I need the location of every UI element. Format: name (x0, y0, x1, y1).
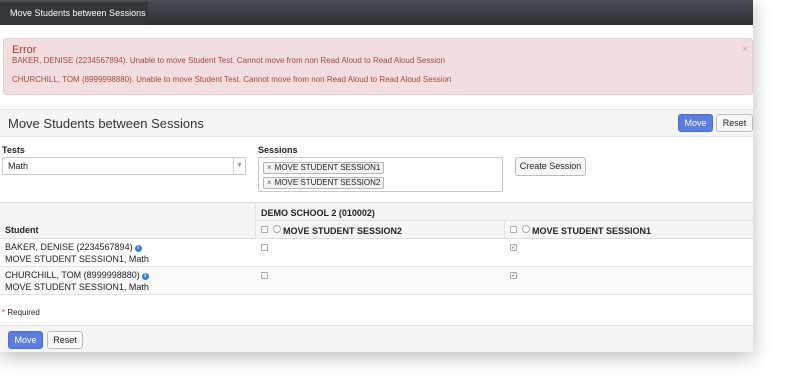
student-name-cell: BAKER, DENISE (2234567894) i (5, 242, 142, 252)
student-session-info: MOVE STUDENT SESSION1, Math (5, 254, 149, 264)
session-chip: × MOVE STUDENT SESSION1 (263, 162, 385, 174)
row-checkbox-session1[interactable]: ✓ (510, 244, 517, 251)
info-icon[interactable]: i (141, 273, 149, 280)
student-name: BAKER, DENISE (2234567894) (5, 242, 133, 252)
alert-title: Error (12, 44, 37, 56)
required-text: Required (7, 308, 40, 317)
move-button-top[interactable]: Move (678, 114, 713, 132)
school-header: DEMO SCHOOL 2 (010002) (256, 203, 753, 221)
alert-message: BAKER, DENISE (2234567894). Unable to mo… (12, 56, 445, 65)
reset-button-top[interactable]: Reset (716, 114, 753, 132)
student-name-cell: CHURCHILL, TOM (8999998880) i (5, 270, 149, 280)
session-chip: × MOVE STUDENT SESSION2 (263, 177, 385, 189)
student-session-info: MOVE STUDENT SESSION1, Math (5, 282, 149, 292)
session-chip-label: MOVE STUDENT SESSION1 (274, 163, 381, 172)
page-footer: Move Reset (0, 325, 753, 352)
create-session-button[interactable]: Create Session (515, 157, 586, 176)
sessions-label: Sessions (258, 145, 298, 155)
table-row: CHURCHILL, TOM (8999998880) i MOVE STUDEN… (0, 267, 753, 295)
session-header-label: MOVE STUDENT SESSION2 (283, 226, 403, 236)
page-title: Move Students between Sessions (8, 116, 204, 131)
app-frame: Move Students between Sessions Error BAK… (0, 0, 753, 352)
sessions-multiselect[interactable]: × MOVE STUDENT SESSION1 × MOVE STUDENT SES… (258, 157, 503, 192)
row-checkbox-session2[interactable] (261, 272, 268, 279)
tab-move-students[interactable]: Move Students between Sessions (0, 2, 148, 25)
select-all-checkbox[interactable] (261, 226, 268, 233)
students-table: Student DEMO SCHOOL 2 (010002) MOVE STUD… (0, 202, 753, 295)
required-star: * (2, 308, 6, 317)
session-radio[interactable] (522, 225, 530, 233)
move-button-bottom[interactable]: Move (8, 331, 43, 349)
page-header: Move Students between Sessions Move Rese… (0, 109, 753, 137)
info-icon[interactable]: i (134, 245, 142, 252)
session-column-header: MOVE STUDENT SESSION1 (505, 221, 753, 239)
row-checkbox-session1[interactable]: ✓ (510, 272, 517, 279)
tests-select[interactable]: Math ▼ (2, 157, 246, 175)
session-chip-label: MOVE STUDENT SESSION2 (274, 178, 381, 187)
session-column-header: MOVE STUDENT SESSION2 (256, 221, 505, 239)
close-icon[interactable]: × (742, 44, 748, 55)
tests-select-value: Math (8, 161, 29, 171)
tests-label: Tests (2, 145, 25, 155)
reset-button-bottom[interactable]: Reset (47, 331, 83, 349)
remove-chip-icon[interactable]: × (267, 178, 272, 187)
student-column-header: Student (0, 203, 256, 239)
student-name: CHURCHILL, TOM (8999998880) (5, 270, 140, 280)
table-row: BAKER, DENISE (2234567894) i MOVE STUDENT… (0, 239, 753, 267)
row-checkbox-session2[interactable] (261, 244, 268, 251)
chevron-down-icon: ▼ (233, 158, 245, 174)
school-name: DEMO SCHOOL 2 (010002) (261, 208, 375, 218)
top-nav-bar: Move Students between Sessions (0, 0, 753, 25)
session-header-label: MOVE STUDENT SESSION1 (532, 226, 652, 236)
remove-chip-icon[interactable]: × (267, 163, 272, 172)
select-all-checkbox[interactable] (510, 226, 517, 233)
session-radio[interactable] (273, 225, 281, 233)
alert-message: CHURCHILL, TOM (8999998880). Unable to m… (12, 75, 452, 84)
student-header-label: Student (5, 225, 39, 235)
required-note: * Required (2, 308, 40, 317)
error-alert: Error BAKER, DENISE (2234567894). Unable… (3, 38, 753, 95)
